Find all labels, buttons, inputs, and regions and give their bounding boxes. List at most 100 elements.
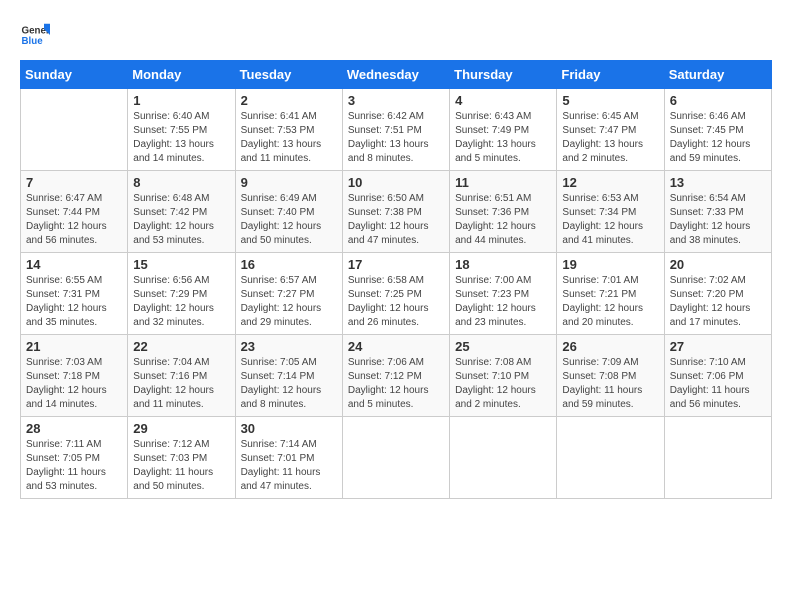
- calendar-cell: 12 Sunrise: 6:53 AM Sunset: 7:34 PM Dayli…: [557, 171, 664, 253]
- week-row-4: 21 Sunrise: 7:03 AM Sunset: 7:18 PM Dayli…: [21, 335, 772, 417]
- day-info: Sunrise: 7:00 AM Sunset: 7:23 PM Dayligh…: [455, 274, 551, 330]
- calendar-cell: [664, 417, 771, 499]
- day-number: 11: [455, 175, 551, 190]
- day-number: 4: [455, 93, 551, 108]
- day-number: 29: [133, 421, 229, 436]
- day-number: 15: [133, 257, 229, 272]
- day-info: Sunrise: 6:57 AM Sunset: 7:27 PM Dayligh…: [241, 274, 337, 330]
- day-info: Sunrise: 6:43 AM Sunset: 7:49 PM Dayligh…: [455, 110, 551, 166]
- day-info: Sunrise: 6:54 AM Sunset: 7:33 PM Dayligh…: [670, 192, 766, 248]
- day-header-thursday: Thursday: [450, 61, 557, 89]
- day-info: Sunrise: 6:56 AM Sunset: 7:29 PM Dayligh…: [133, 274, 229, 330]
- calendar-cell: 21 Sunrise: 7:03 AM Sunset: 7:18 PM Dayli…: [21, 335, 128, 417]
- calendar-cell: 28 Sunrise: 7:11 AM Sunset: 7:05 PM Dayli…: [21, 417, 128, 499]
- day-info: Sunrise: 7:11 AM Sunset: 7:05 PM Dayligh…: [26, 438, 122, 494]
- logo: General Blue: [20, 20, 50, 50]
- header-row: SundayMondayTuesdayWednesdayThursdayFrid…: [21, 61, 772, 89]
- day-info: Sunrise: 7:06 AM Sunset: 7:12 PM Dayligh…: [348, 356, 444, 412]
- calendar-cell: 7 Sunrise: 6:47 AM Sunset: 7:44 PM Daylig…: [21, 171, 128, 253]
- calendar-cell: 22 Sunrise: 7:04 AM Sunset: 7:16 PM Dayli…: [128, 335, 235, 417]
- week-row-3: 14 Sunrise: 6:55 AM Sunset: 7:31 PM Dayli…: [21, 253, 772, 335]
- calendar-cell: 4 Sunrise: 6:43 AM Sunset: 7:49 PM Daylig…: [450, 89, 557, 171]
- day-number: 23: [241, 339, 337, 354]
- calendar-cell: 1 Sunrise: 6:40 AM Sunset: 7:55 PM Daylig…: [128, 89, 235, 171]
- calendar-cell: 25 Sunrise: 7:08 AM Sunset: 7:10 PM Dayli…: [450, 335, 557, 417]
- day-number: 30: [241, 421, 337, 436]
- day-number: 2: [241, 93, 337, 108]
- calendar-cell: 20Sunrise: 7:02 AM Sunset: 7:20 PM Dayli…: [664, 253, 771, 335]
- calendar-table: SundayMondayTuesdayWednesdayThursdayFrid…: [20, 60, 772, 499]
- day-number: 21: [26, 339, 122, 354]
- day-number: 6: [670, 93, 766, 108]
- calendar-cell: [557, 417, 664, 499]
- calendar-cell: 15 Sunrise: 6:56 AM Sunset: 7:29 PM Dayli…: [128, 253, 235, 335]
- day-info: Sunrise: 6:42 AM Sunset: 7:51 PM Dayligh…: [348, 110, 444, 166]
- day-info: Sunrise: 7:04 AM Sunset: 7:16 PM Dayligh…: [133, 356, 229, 412]
- day-info: Sunrise: 7:10 AM Sunset: 7:06 PM Dayligh…: [670, 356, 766, 412]
- day-number: 5: [562, 93, 658, 108]
- day-number: 9: [241, 175, 337, 190]
- calendar-cell: [450, 417, 557, 499]
- day-info: Sunrise: 6:55 AM Sunset: 7:31 PM Dayligh…: [26, 274, 122, 330]
- day-number: 12: [562, 175, 658, 190]
- logo-icon: General Blue: [20, 20, 50, 50]
- day-info: Sunrise: 7:02 AM Sunset: 7:20 PM Dayligh…: [670, 274, 766, 330]
- day-info: Sunrise: 6:45 AM Sunset: 7:47 PM Dayligh…: [562, 110, 658, 166]
- calendar-cell: 14 Sunrise: 6:55 AM Sunset: 7:31 PM Dayli…: [21, 253, 128, 335]
- calendar-cell: 30Sunrise: 7:14 AM Sunset: 7:01 PM Dayli…: [235, 417, 342, 499]
- day-number: 26: [562, 339, 658, 354]
- day-info: Sunrise: 6:46 AM Sunset: 7:45 PM Dayligh…: [670, 110, 766, 166]
- day-info: Sunrise: 7:09 AM Sunset: 7:08 PM Dayligh…: [562, 356, 658, 412]
- day-header-wednesday: Wednesday: [342, 61, 449, 89]
- calendar-cell: [342, 417, 449, 499]
- calendar-cell: 13 Sunrise: 6:54 AM Sunset: 7:33 PM Dayli…: [664, 171, 771, 253]
- calendar-cell: 6 Sunrise: 6:46 AM Sunset: 7:45 PM Daylig…: [664, 89, 771, 171]
- day-number: 22: [133, 339, 229, 354]
- day-number: 8: [133, 175, 229, 190]
- day-info: Sunrise: 7:03 AM Sunset: 7:18 PM Dayligh…: [26, 356, 122, 412]
- day-header-tuesday: Tuesday: [235, 61, 342, 89]
- day-info: Sunrise: 6:40 AM Sunset: 7:55 PM Dayligh…: [133, 110, 229, 166]
- week-row-1: 1 Sunrise: 6:40 AM Sunset: 7:55 PM Daylig…: [21, 89, 772, 171]
- calendar-cell: 18 Sunrise: 7:00 AM Sunset: 7:23 PM Dayli…: [450, 253, 557, 335]
- svg-text:Blue: Blue: [22, 36, 44, 47]
- day-info: Sunrise: 6:47 AM Sunset: 7:44 PM Dayligh…: [26, 192, 122, 248]
- day-number: 14: [26, 257, 122, 272]
- day-info: Sunrise: 7:08 AM Sunset: 7:10 PM Dayligh…: [455, 356, 551, 412]
- day-header-saturday: Saturday: [664, 61, 771, 89]
- day-header-monday: Monday: [128, 61, 235, 89]
- week-row-2: 7 Sunrise: 6:47 AM Sunset: 7:44 PM Daylig…: [21, 171, 772, 253]
- week-row-5: 28 Sunrise: 7:11 AM Sunset: 7:05 PM Dayli…: [21, 417, 772, 499]
- calendar-cell: 29 Sunrise: 7:12 AM Sunset: 7:03 PM Dayli…: [128, 417, 235, 499]
- day-info: Sunrise: 6:53 AM Sunset: 7:34 PM Dayligh…: [562, 192, 658, 248]
- day-number: 24: [348, 339, 444, 354]
- calendar-cell: 5 Sunrise: 6:45 AM Sunset: 7:47 PM Daylig…: [557, 89, 664, 171]
- day-number: 16: [241, 257, 337, 272]
- day-info: Sunrise: 6:51 AM Sunset: 7:36 PM Dayligh…: [455, 192, 551, 248]
- calendar-cell: 19Sunrise: 7:01 AM Sunset: 7:21 PM Dayli…: [557, 253, 664, 335]
- calendar-cell: 17 Sunrise: 6:58 AM Sunset: 7:25 PM Dayli…: [342, 253, 449, 335]
- day-info: Sunrise: 7:12 AM Sunset: 7:03 PM Dayligh…: [133, 438, 229, 494]
- day-info: Sunrise: 6:58 AM Sunset: 7:25 PM Dayligh…: [348, 274, 444, 330]
- day-info: Sunrise: 6:50 AM Sunset: 7:38 PM Dayligh…: [348, 192, 444, 248]
- day-number: 18: [455, 257, 551, 272]
- day-number: 25: [455, 339, 551, 354]
- day-header-sunday: Sunday: [21, 61, 128, 89]
- day-number: 7: [26, 175, 122, 190]
- day-number: 28: [26, 421, 122, 436]
- calendar-cell: 27 Sunrise: 7:10 AM Sunset: 7:06 PM Dayli…: [664, 335, 771, 417]
- day-number: 10: [348, 175, 444, 190]
- day-number: 1: [133, 93, 229, 108]
- calendar-cell: 2 Sunrise: 6:41 AM Sunset: 7:53 PM Daylig…: [235, 89, 342, 171]
- calendar-cell: 16 Sunrise: 6:57 AM Sunset: 7:27 PM Dayli…: [235, 253, 342, 335]
- calendar-cell: 9Sunrise: 6:49 AM Sunset: 7:40 PM Daylig…: [235, 171, 342, 253]
- day-number: 13: [670, 175, 766, 190]
- calendar-cell: 8 Sunrise: 6:48 AM Sunset: 7:42 PM Daylig…: [128, 171, 235, 253]
- day-info: Sunrise: 6:48 AM Sunset: 7:42 PM Dayligh…: [133, 192, 229, 248]
- day-number: 17: [348, 257, 444, 272]
- day-info: Sunrise: 6:41 AM Sunset: 7:53 PM Dayligh…: [241, 110, 337, 166]
- day-number: 27: [670, 339, 766, 354]
- calendar-cell: 3Sunrise: 6:42 AM Sunset: 7:51 PM Daylig…: [342, 89, 449, 171]
- calendar-cell: 11 Sunrise: 6:51 AM Sunset: 7:36 PM Dayli…: [450, 171, 557, 253]
- calendar-cell: 23Sunrise: 7:05 AM Sunset: 7:14 PM Dayli…: [235, 335, 342, 417]
